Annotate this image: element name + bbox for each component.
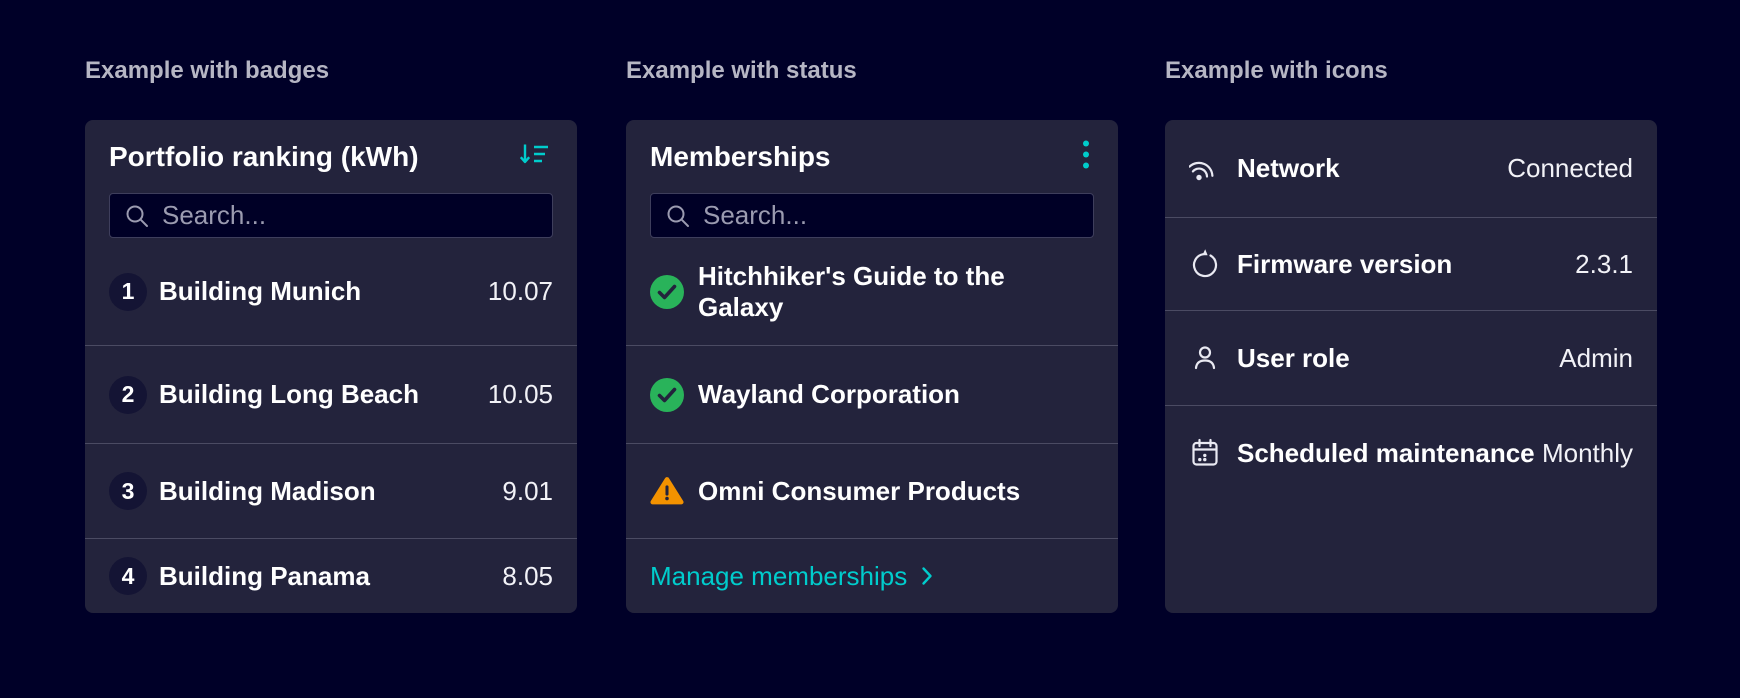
device-info-list: Network Connected Firmware version 2.3.1 (1165, 120, 1657, 613)
memberships-card: Memberships Search... Hitchhiker's Guide… (626, 120, 1118, 613)
memberships-list: Hitchhiker's Guide to the Galaxy Wayland… (626, 238, 1118, 538)
membership-label: Hitchhiker's Guide to the Galaxy (698, 260, 1005, 322)
section-title-status: Example with status (626, 57, 857, 84)
info-label: Firmware version (1237, 248, 1453, 279)
portfolio-ranking-card: Portfolio ranking (kWh) Search... 1 Buil… (85, 120, 577, 613)
search-row (85, 193, 577, 238)
ranking-list: 1 Building Munich 10.07 2 Building Long … (85, 238, 577, 613)
card-title: Portfolio ranking (kWh) (109, 140, 419, 172)
section-title-badges: Example with badges (85, 57, 330, 84)
ranking-row: 2 Building Long Beach 10.05 (85, 345, 577, 443)
info-value: Admin (1559, 342, 1633, 373)
card-empty-area (1165, 500, 1657, 613)
section-title-icons: Example with icons (1165, 57, 1388, 84)
ranking-label: Building Long Beach (159, 379, 419, 409)
firmware-reset-icon (1189, 248, 1221, 280)
info-row: Network Connected (1165, 120, 1657, 217)
search-row (626, 193, 1118, 238)
canvas: Example with badges Portfolio ranking (k… (0, 0, 1740, 698)
warning-triangle-icon (650, 474, 684, 508)
ranking-label: Building Panama (159, 560, 370, 591)
sort-descending-button[interactable] (515, 138, 553, 175)
membership-label: Wayland Corporation (698, 379, 960, 409)
search-icon (665, 203, 691, 229)
section-badges: Example with badges Portfolio ranking (k… (85, 56, 577, 613)
search-box[interactable] (650, 193, 1094, 238)
section-status: Example with status Memberships Search..… (626, 56, 1118, 613)
maintenance-calendar-icon (1189, 437, 1221, 469)
membership-label: Omni Consumer Products (698, 475, 1021, 506)
search-box[interactable] (109, 193, 553, 238)
ranking-value: 10.05 (487, 379, 553, 409)
manage-memberships-label: Manage memberships (650, 560, 908, 591)
ranking-row: 4 Building Panama 8.05 (85, 538, 577, 613)
search-input[interactable] (703, 200, 1079, 231)
info-value: Connected (1507, 153, 1633, 183)
membership-row: Omni Consumer Products (626, 443, 1118, 538)
ranking-label: Building Madison (159, 475, 376, 506)
rank-badge: 3 (109, 472, 147, 510)
info-label: Scheduled maintenance (1237, 437, 1535, 468)
info-label: Network (1237, 153, 1340, 183)
ranking-value: 10.07 (487, 276, 553, 306)
rank-badge: 1 (109, 272, 147, 311)
section-icons: Example with icons Network Connected Fir… (1165, 56, 1657, 613)
card-title: Memberships (650, 140, 831, 172)
ranking-value: 8.05 (502, 560, 553, 591)
ranking-label: Building Munich (159, 276, 362, 306)
success-check-icon (650, 377, 684, 412)
search-icon (124, 203, 150, 229)
kebab-menu-button[interactable] (1078, 135, 1094, 178)
card-footer: Manage memberships (626, 538, 1118, 613)
info-row: User role Admin (1165, 310, 1657, 405)
membership-row: Wayland Corporation (626, 345, 1118, 443)
rank-badge: 2 (109, 375, 147, 414)
ranking-row: 1 Building Munich 10.07 (85, 238, 577, 345)
sort-descending-icon (519, 142, 549, 171)
card-header: Portfolio ranking (kWh) (85, 120, 577, 193)
chevron-right-icon (921, 566, 933, 586)
user-role-icon (1189, 342, 1221, 374)
ranking-row: 3 Building Madison 9.01 (85, 443, 577, 538)
info-value: Monthly (1541, 437, 1633, 468)
info-label: User role (1237, 342, 1350, 373)
network-signal-icon (1189, 153, 1221, 185)
success-check-icon (650, 274, 684, 309)
card-header: Memberships (626, 120, 1118, 193)
device-info-card: Network Connected Firmware version 2.3.1 (1165, 120, 1657, 613)
info-row: Firmware version 2.3.1 (1165, 217, 1657, 310)
search-input[interactable] (162, 200, 538, 231)
ranking-value: 9.01 (502, 475, 553, 506)
rank-badge: 4 (109, 557, 147, 595)
info-value: 2.3.1 (1575, 248, 1633, 279)
info-row: Scheduled maintenance Monthly (1165, 405, 1657, 500)
membership-row: Hitchhiker's Guide to the Galaxy (626, 238, 1118, 345)
manage-memberships-link[interactable]: Manage memberships (650, 561, 933, 592)
kebab-menu-icon (1082, 139, 1090, 174)
